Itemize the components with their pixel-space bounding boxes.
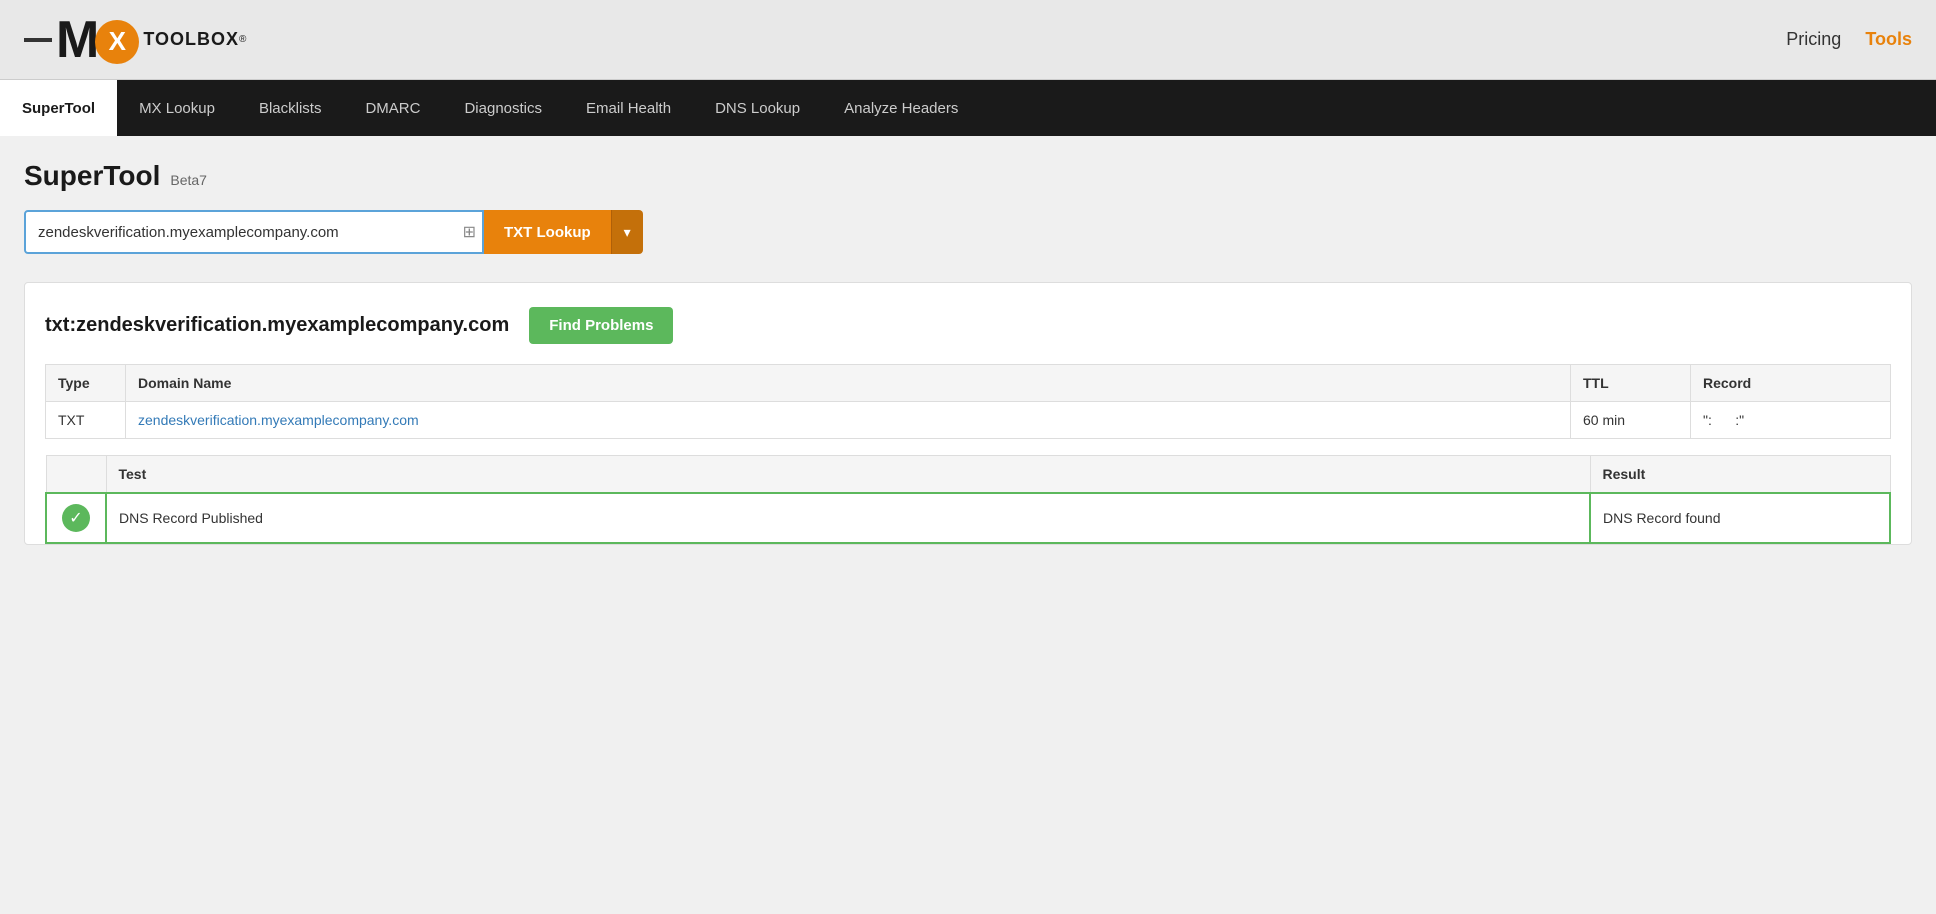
search-input-icon[interactable]: ⊞ [463, 222, 476, 242]
th-domain: Domain Name [126, 365, 1571, 402]
nav-item-email-health[interactable]: Email Health [564, 80, 693, 136]
logo-m-letter: M [56, 14, 99, 66]
page-title: SuperTool [24, 160, 160, 192]
nav-item-supertool[interactable]: SuperTool [0, 80, 117, 136]
nav-item-mx-lookup[interactable]: MX Lookup [117, 80, 237, 136]
logo-toolbox-label: TOOLBOX [143, 29, 239, 50]
top-header: M X TOOLBOX® Pricing Tools [0, 0, 1936, 80]
cell-ttl: 60 min [1571, 402, 1691, 439]
cell-record: ": :" [1691, 402, 1891, 439]
main-content: SuperTool Beta7 ⊞ TXT Lookup ▾ txt:zende… [0, 136, 1936, 589]
logo-area: M X TOOLBOX® [24, 14, 247, 66]
find-problems-button[interactable]: Find Problems [529, 307, 673, 344]
nav-item-dns-lookup[interactable]: DNS Lookup [693, 80, 822, 136]
cell-test-result: DNS Record found [1590, 493, 1890, 543]
results-card: txt:zendeskverification.myexamplecompany… [24, 282, 1912, 545]
test-results-table: Test Result ✓ DNS Record Published DNS R… [45, 455, 1891, 544]
logo-mx: M X [24, 14, 143, 66]
th-result: Result [1590, 456, 1890, 494]
top-nav: Pricing Tools [1786, 29, 1912, 50]
dns-records-table: Type Domain Name TTL Record TXT zendeskv… [45, 364, 1891, 439]
nav-item-analyze-headers[interactable]: Analyze Headers [822, 80, 980, 136]
page-title-area: SuperTool Beta7 [24, 160, 1912, 192]
logo-x-letter: X [109, 26, 126, 57]
th-ttl: TTL [1571, 365, 1691, 402]
check-circle-icon: ✓ [62, 504, 90, 532]
nav-item-diagnostics[interactable]: Diagnostics [442, 80, 564, 136]
th-type: Type [46, 365, 126, 402]
nav-item-dmarc[interactable]: DMARC [343, 80, 442, 136]
cell-domain[interactable]: zendeskverification.myexamplecompany.com [126, 402, 1571, 439]
cell-test-name: DNS Record Published [106, 493, 1590, 543]
search-area: ⊞ TXT Lookup ▾ [24, 210, 1912, 254]
logo-x-circle: X [95, 20, 139, 64]
logo-dash [24, 38, 52, 42]
th-icon-empty [46, 456, 106, 494]
cell-check-icon: ✓ [46, 493, 106, 543]
pricing-link[interactable]: Pricing [1786, 29, 1841, 50]
results-domain-label: txt:zendeskverification.myexamplecompany… [45, 314, 509, 337]
page-subtitle: Beta7 [170, 172, 207, 188]
logo-toolbox-text: TOOLBOX® [143, 29, 247, 50]
table-row: TXT zendeskverification.myexamplecompany… [46, 402, 1891, 439]
test-row-dns-published: ✓ DNS Record Published DNS Record found [46, 493, 1890, 543]
txt-lookup-button[interactable]: TXT Lookup [484, 210, 611, 254]
search-input-wrap: ⊞ [24, 210, 484, 254]
results-header: txt:zendeskverification.myexamplecompany… [45, 307, 1891, 344]
th-record: Record [1691, 365, 1891, 402]
main-nav: SuperTool MX Lookup Blacklists DMARC Dia… [0, 80, 1936, 136]
nav-item-blacklists[interactable]: Blacklists [237, 80, 344, 136]
search-input[interactable] [24, 210, 484, 254]
cell-type: TXT [46, 402, 126, 439]
tools-link[interactable]: Tools [1865, 29, 1912, 50]
logo-registered: ® [239, 34, 247, 45]
th-test: Test [106, 456, 1590, 494]
lookup-dropdown-button[interactable]: ▾ [611, 210, 643, 254]
